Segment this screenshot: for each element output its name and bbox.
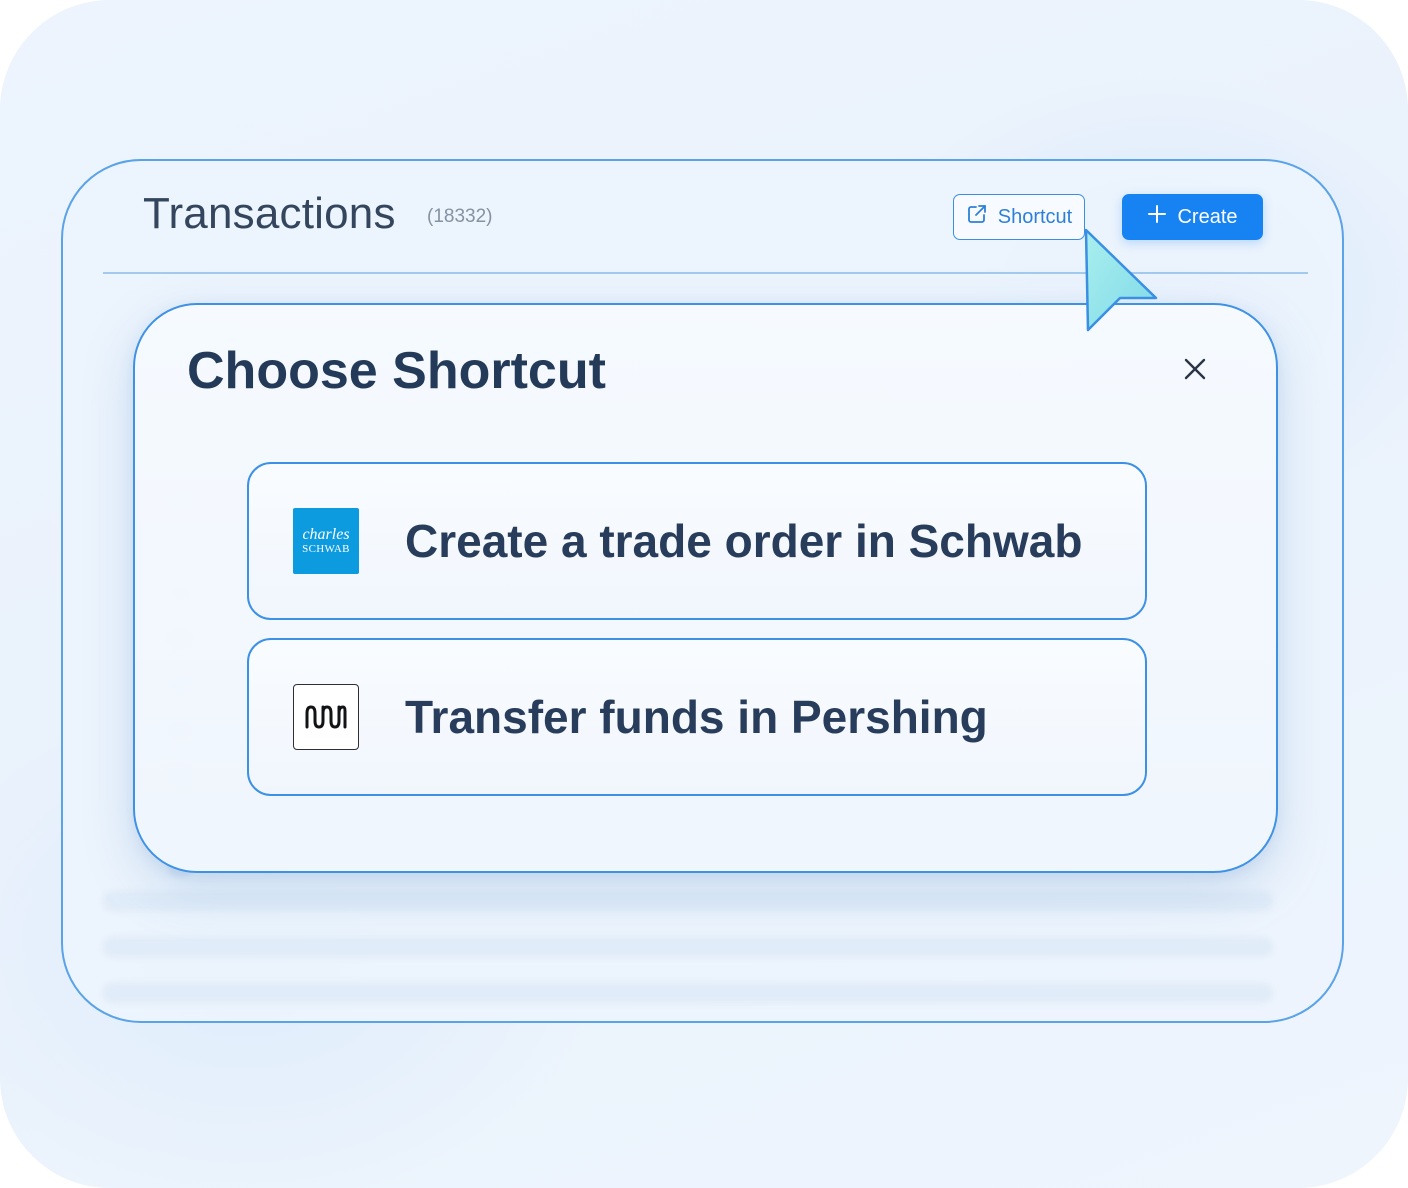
page-title: Transactions (143, 189, 396, 238)
choose-shortcut-modal: Choose Shortcut charles SCHWAB Create a … (133, 303, 1278, 873)
close-icon (1182, 356, 1208, 387)
shortcut-button-label: Shortcut (997, 205, 1073, 228)
mouse-pointer-icon (1082, 226, 1162, 336)
shortcut-option-pershing[interactable]: Transfer funds in Pershing (247, 638, 1147, 796)
modal-title: Choose Shortcut (187, 342, 606, 400)
transaction-count: (18332) (427, 206, 493, 227)
external-link-icon (966, 203, 988, 231)
schwab-logo-bottom: SCHWAB (302, 543, 350, 555)
pershing-logo-icon (293, 684, 359, 750)
blurred-table-rows (103, 891, 1273, 1029)
create-button-label: Create (1177, 205, 1238, 228)
close-button[interactable] (1177, 353, 1213, 389)
shortcut-option-schwab[interactable]: charles SCHWAB Create a trade order in S… (247, 462, 1147, 620)
shortcut-button[interactable]: Shortcut (953, 194, 1085, 240)
schwab-logo: charles SCHWAB (293, 508, 359, 574)
schwab-logo-top: charles (302, 526, 350, 543)
background: Transactions (18332) Shortcut Create Cho… (0, 0, 1408, 1188)
option-label-schwab: Create a trade order in Schwab (405, 515, 1083, 567)
option-label-pershing: Transfer funds in Pershing (405, 691, 988, 743)
